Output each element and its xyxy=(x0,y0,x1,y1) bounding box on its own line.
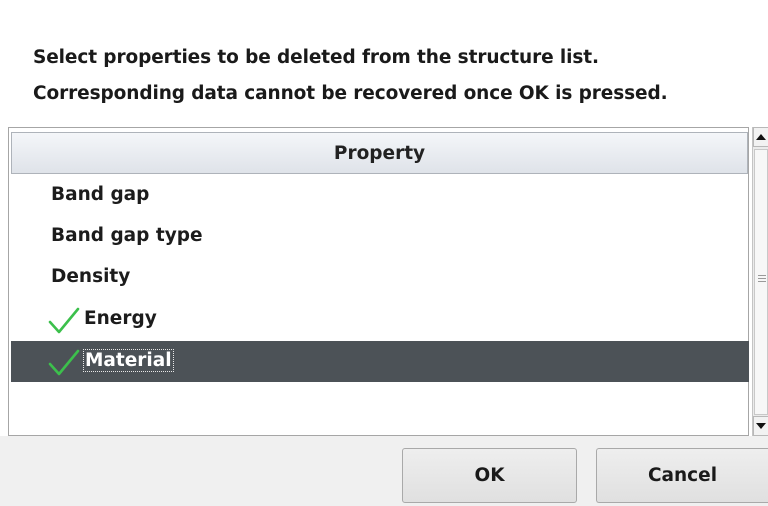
checkmark-icon[interactable] xyxy=(47,305,81,337)
arrow-down-icon xyxy=(756,423,766,429)
instruction-line-1: Select properties to be deleted from the… xyxy=(33,47,599,68)
arrow-up-icon xyxy=(756,134,766,140)
list-item-material[interactable]: Material xyxy=(11,341,749,382)
instruction-message: Select properties to be deleted from the… xyxy=(33,40,668,112)
list-item-energy[interactable]: Energy xyxy=(11,299,749,340)
delete-properties-dialog: Select properties to be deleted from the… xyxy=(0,0,768,506)
checkmark-icon[interactable] xyxy=(47,347,81,379)
list-item-density[interactable]: Density xyxy=(11,257,749,298)
cancel-button[interactable]: Cancel xyxy=(596,448,768,503)
property-list[interactable]: Property Band gap Band gap type Density … xyxy=(8,127,749,436)
list-item-band-gap-type[interactable]: Band gap type xyxy=(11,216,749,257)
scroll-down-button[interactable] xyxy=(753,416,768,436)
list-item-label: Energy xyxy=(84,308,157,329)
grip-icon xyxy=(758,275,766,284)
list-item-label: Band gap xyxy=(51,184,150,205)
list-item-label: Density xyxy=(51,266,131,287)
ok-button[interactable]: OK xyxy=(402,448,577,503)
list-item-band-gap[interactable]: Band gap xyxy=(11,175,749,216)
property-column-header[interactable]: Property xyxy=(11,132,748,174)
button-bar: OK Cancel xyxy=(0,436,768,506)
list-item-label: Material xyxy=(83,349,174,372)
list-item-label: Band gap type xyxy=(51,225,203,246)
scroll-thumb[interactable] xyxy=(754,149,768,415)
scroll-up-button[interactable] xyxy=(753,127,768,147)
instruction-line-2: Corresponding data cannot be recovered o… xyxy=(33,83,668,104)
vertical-scrollbar[interactable] xyxy=(752,127,768,436)
